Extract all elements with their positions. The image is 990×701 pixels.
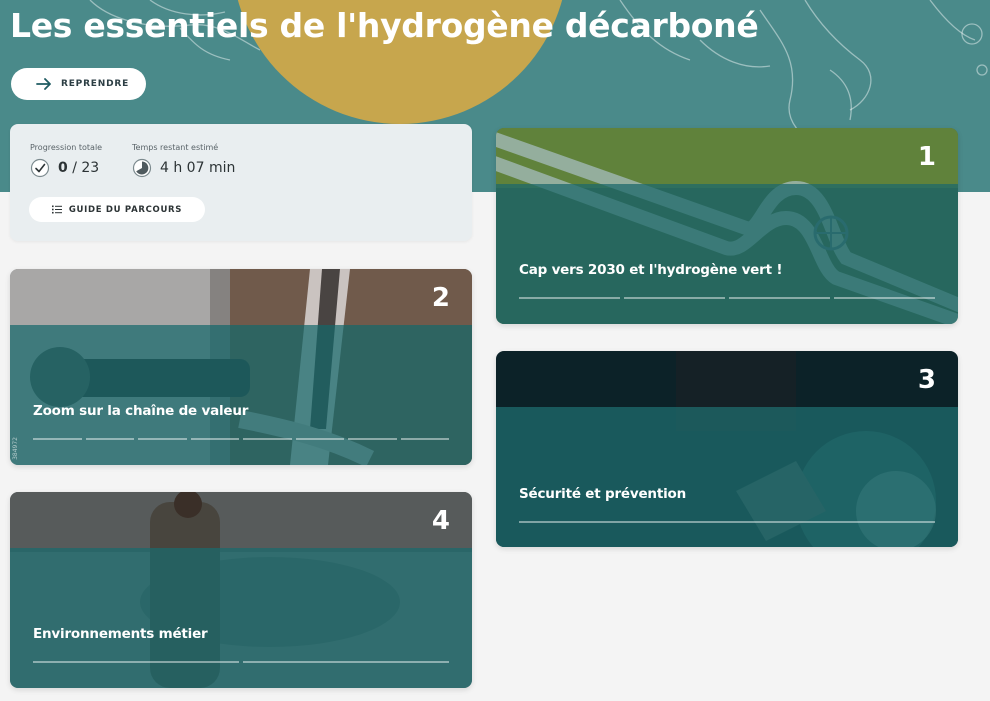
progress-segment xyxy=(624,297,725,299)
module-progress-segments xyxy=(33,438,449,440)
module-number: 4 xyxy=(431,506,450,536)
progress-segment xyxy=(834,297,935,299)
total-progress-caption: Progression totale xyxy=(30,143,103,152)
module-title: Environnements métier xyxy=(33,626,208,642)
check-circle-icon xyxy=(30,158,50,178)
progress-segment xyxy=(85,438,134,440)
module-title: Sécurité et prévention xyxy=(519,486,687,502)
module-title: Cap vers 2030 et l'hydrogène vert ! xyxy=(519,262,783,278)
module-title: Zoom sur la chaîne de valeur xyxy=(33,403,249,419)
module-number: 2 xyxy=(431,283,450,313)
clock-icon xyxy=(132,158,152,178)
progress-total-count: / 23 xyxy=(72,160,100,176)
total-progress: Progression totale 0 / 23 xyxy=(30,143,102,178)
module-progress-segments xyxy=(519,297,935,299)
progress-segment xyxy=(190,438,239,440)
remaining-time-value: 4 h 07 min xyxy=(160,160,236,176)
progress-segment xyxy=(243,438,292,440)
module-card-2[interactable]: 2 Zoom sur la chaîne de valeur 384972 xyxy=(10,269,472,465)
module-card-1[interactable]: 1 Cap vers 2030 et l'hydrogène vert ! xyxy=(496,128,958,324)
progress-segment xyxy=(33,661,239,663)
progress-segment xyxy=(519,521,935,523)
course-guide-label: GUIDE DU PARCOURS xyxy=(68,204,183,215)
progress-panel: Progression totale 0 / 23 Temps restant … xyxy=(10,124,472,241)
module-progress-segments xyxy=(33,661,449,663)
module-card-3[interactable]: 3 Sécurité et prévention xyxy=(496,351,958,547)
list-icon xyxy=(51,205,62,214)
progress-segment xyxy=(295,438,344,440)
progress-segment xyxy=(729,297,830,299)
progress-segment xyxy=(138,438,187,440)
course-guide-button[interactable]: GUIDE DU PARCOURS xyxy=(29,197,205,222)
remaining-time: Temps restant estimé 4 h 07 min xyxy=(132,143,235,178)
progress-segment xyxy=(348,438,397,440)
photo-credit-code: 384972 xyxy=(12,437,19,460)
progress-segment xyxy=(33,438,82,440)
resume-button[interactable]: REPRENDRE xyxy=(11,68,146,100)
module-number: 3 xyxy=(917,365,936,395)
arrow-right-icon xyxy=(36,78,51,90)
module-progress-segments xyxy=(519,521,935,523)
resume-button-label: REPRENDRE xyxy=(61,79,130,89)
module-card-4[interactable]: 4 Environnements métier xyxy=(10,492,472,688)
progress-segment xyxy=(243,661,449,663)
remaining-time-caption: Temps restant estimé xyxy=(132,143,219,152)
progress-segment xyxy=(519,297,620,299)
page-title: Les essentiels de l'hydrogène décarboné xyxy=(10,6,759,45)
progress-segment xyxy=(400,438,449,440)
module-number: 1 xyxy=(917,142,936,172)
progress-done-count: 0 xyxy=(58,160,68,176)
